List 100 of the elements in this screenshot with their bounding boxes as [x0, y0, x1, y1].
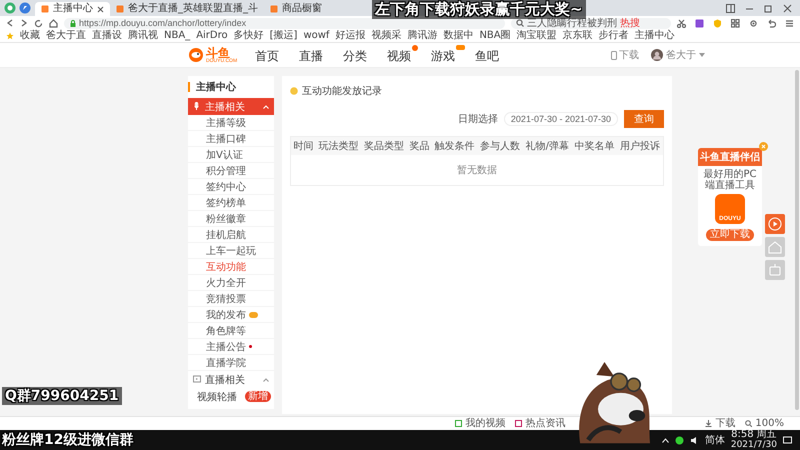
sidebar-item[interactable]: 挂机启航 [188, 227, 274, 243]
nav-link[interactable]: 游戏 [431, 45, 466, 65]
page-icon [41, 5, 49, 13]
bookmark-link[interactable]: 淘宝联盟 [516, 30, 557, 42]
sidebar-item[interactable]: 互动功能 [188, 259, 274, 275]
sidebar-item[interactable]: 主播公告 [188, 339, 274, 355]
forward-icon[interactable] [20, 19, 28, 27]
browser-tab[interactable]: 商品橱窗 [264, 2, 328, 16]
close-icon[interactable] [759, 142, 768, 151]
column-header: 礼物/弹幕 [522, 136, 572, 155]
bookmark-link[interactable]: 收藏 [20, 30, 40, 42]
caption-text: 粉丝牌12级进微信群 [2, 431, 134, 449]
grid-icon[interactable] [731, 18, 740, 28]
status-link[interactable]: 我的视频 [465, 417, 506, 430]
sidebar-item[interactable]: 上车一起玩 [188, 243, 274, 259]
bookmark-link[interactable]: 直播设 [92, 30, 122, 42]
page-icon [116, 5, 124, 13]
ime-indicator[interactable]: 简体 [704, 433, 725, 447]
date-label: 日期选择 [458, 112, 498, 126]
speaker-icon[interactable] [690, 436, 699, 444]
home-icon[interactable] [49, 18, 58, 28]
page-icon [270, 5, 278, 13]
column-header: 时间 [290, 136, 316, 155]
bookmark-link[interactable]: 好运报 [335, 30, 366, 42]
nav-link[interactable]: 视频 [387, 45, 422, 65]
bookmark-link[interactable]: 主播中心 [634, 30, 675, 42]
bookmark-link[interactable]: 步行者 [598, 30, 629, 42]
column-header: 奖品类型 [361, 136, 407, 155]
nav-link[interactable]: 首页 [255, 45, 290, 65]
address-bar[interactable]: https://mp.douyu.com/anchor/lottery/index [64, 18, 505, 28]
sidebar-item[interactable]: 竞猜投票 [188, 291, 274, 307]
username-label[interactable]: 爸大于 [666, 48, 696, 62]
nav-link[interactable]: 分类 [343, 45, 378, 65]
sidebar-item[interactable]: 积分管理 [188, 163, 274, 179]
clock-time[interactable]: 8:58 周五 [731, 430, 777, 440]
sidebar-item[interactable]: 主播等级 [188, 115, 274, 131]
bookmark-link[interactable]: 爸大于直 [46, 30, 86, 42]
gear-icon[interactable] [749, 18, 758, 28]
bookmark-link[interactable]: 腾讯视 [128, 30, 158, 42]
sidebar-item[interactable]: 粉丝徽章 [188, 211, 274, 227]
close-icon[interactable] [97, 6, 104, 12]
bookmark-link[interactable]: 多快好 [234, 30, 264, 42]
close-icon[interactable] [783, 4, 792, 12]
bookmark-link[interactable]: NBA圈 [479, 30, 511, 42]
scrollbar[interactable] [795, 70, 799, 410]
nav-link[interactable]: 鱼吧 [475, 45, 510, 65]
ad-banner: 斗鱼直播伴侣 [698, 148, 762, 166]
sidebar-group-header[interactable]: 直播相关 [188, 371, 274, 388]
undo-icon[interactable] [767, 18, 776, 28]
chat-icon[interactable] [674, 436, 684, 444]
sidebar-group-header[interactable]: 主播相关 [188, 98, 274, 115]
search-field[interactable]: 三人隐瞒行程被判刑 热搜 [511, 18, 671, 28]
sidebar-item[interactable]: 我的发布 [188, 307, 274, 323]
tray-caret-icon[interactable] [662, 438, 669, 442]
bookmark-link[interactable]: wowf [303, 30, 330, 42]
video-icon [455, 420, 462, 427]
sidebar-item[interactable]: 火力全开 [188, 275, 274, 291]
date-range-field[interactable]: 2021-07-30 - 2021-07-30 [504, 112, 618, 126]
notification-icon[interactable] [783, 436, 792, 444]
caret-icon[interactable] [699, 53, 706, 57]
new-badge: 新增 [245, 391, 271, 402]
menu-icon[interactable] [785, 18, 794, 28]
status-link[interactable]: 热点资讯 [525, 417, 566, 430]
sidebar-title: 主播中心 [196, 80, 236, 94]
bookmark-link[interactable]: [搬运] [270, 30, 298, 42]
bookmark-link[interactable]: 京东联 [562, 30, 593, 42]
column-header: 触发条件 [432, 136, 478, 155]
column-header: 奖品 [406, 136, 432, 155]
sidebar-item[interactable]: 主播口碑 [188, 131, 274, 147]
browser-logo-icon [4, 2, 16, 14]
sidebar-group-header[interactable]: 视频轮播 新增 [188, 388, 274, 405]
status-link[interactable]: 100% [755, 417, 784, 430]
fish-mascot-icon [188, 47, 204, 63]
caret-icon[interactable] [263, 378, 269, 382]
sidebar-item[interactable]: 直播学院 [188, 355, 274, 371]
ad-tagline: 最好用的PC端直播工具 [702, 168, 758, 193]
bookmark-link[interactable]: NBA_ [164, 30, 190, 42]
nav-link[interactable]: 直播 [299, 45, 334, 65]
browser-tab[interactable]: 爸大于直播_英雄联盟直播_斗 [110, 2, 264, 16]
back-icon[interactable] [6, 19, 14, 27]
sidebar-icon[interactable] [726, 4, 735, 12]
download-link[interactable]: 下载 [619, 48, 640, 62]
sidebar-item[interactable]: 签约榜单 [188, 195, 274, 211]
scissors-icon[interactable] [677, 18, 686, 28]
bookmark-link[interactable]: 数据中 [443, 30, 474, 42]
browser-tab[interactable]: 主播中心 [35, 2, 110, 16]
sidebar-item[interactable]: 签约中心 [188, 179, 274, 195]
refresh-icon[interactable] [34, 18, 43, 28]
bookmark-link[interactable]: 腾讯游 [407, 30, 438, 42]
bookmark-link[interactable]: 视频采 [371, 30, 402, 42]
sidebar-item[interactable]: 加V认证 [188, 147, 274, 163]
sidebar-item[interactable]: 角色牌等 [188, 323, 274, 339]
column-header: 参与人数 [477, 136, 523, 155]
column-header: 中奖名单 [572, 136, 618, 155]
restore-icon[interactable] [764, 4, 773, 12]
bookmark-link[interactable]: AirDro [196, 30, 228, 42]
clock-date[interactable]: 2021/7/30 [730, 440, 777, 450]
caption-text: 左下角下载狩妖录赢千元大奖~ [372, 0, 586, 19]
extension-icon[interactable] [695, 18, 704, 28]
status-link[interactable]: 下载 [715, 417, 736, 430]
